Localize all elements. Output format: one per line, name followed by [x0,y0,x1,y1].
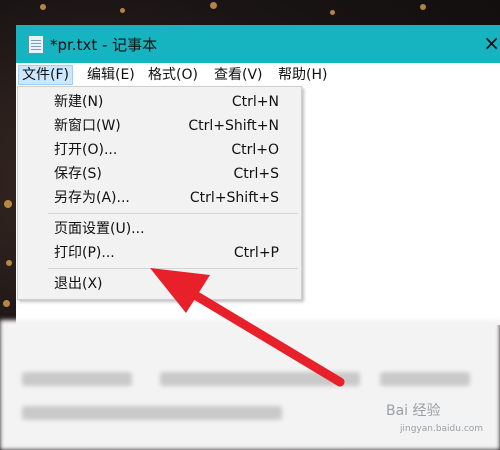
watermark-logo: Bai 经验 [386,403,441,419]
watermark-url: jingyan.baidu.com [400,424,484,434]
red-arrow-annotation [150,268,345,387]
